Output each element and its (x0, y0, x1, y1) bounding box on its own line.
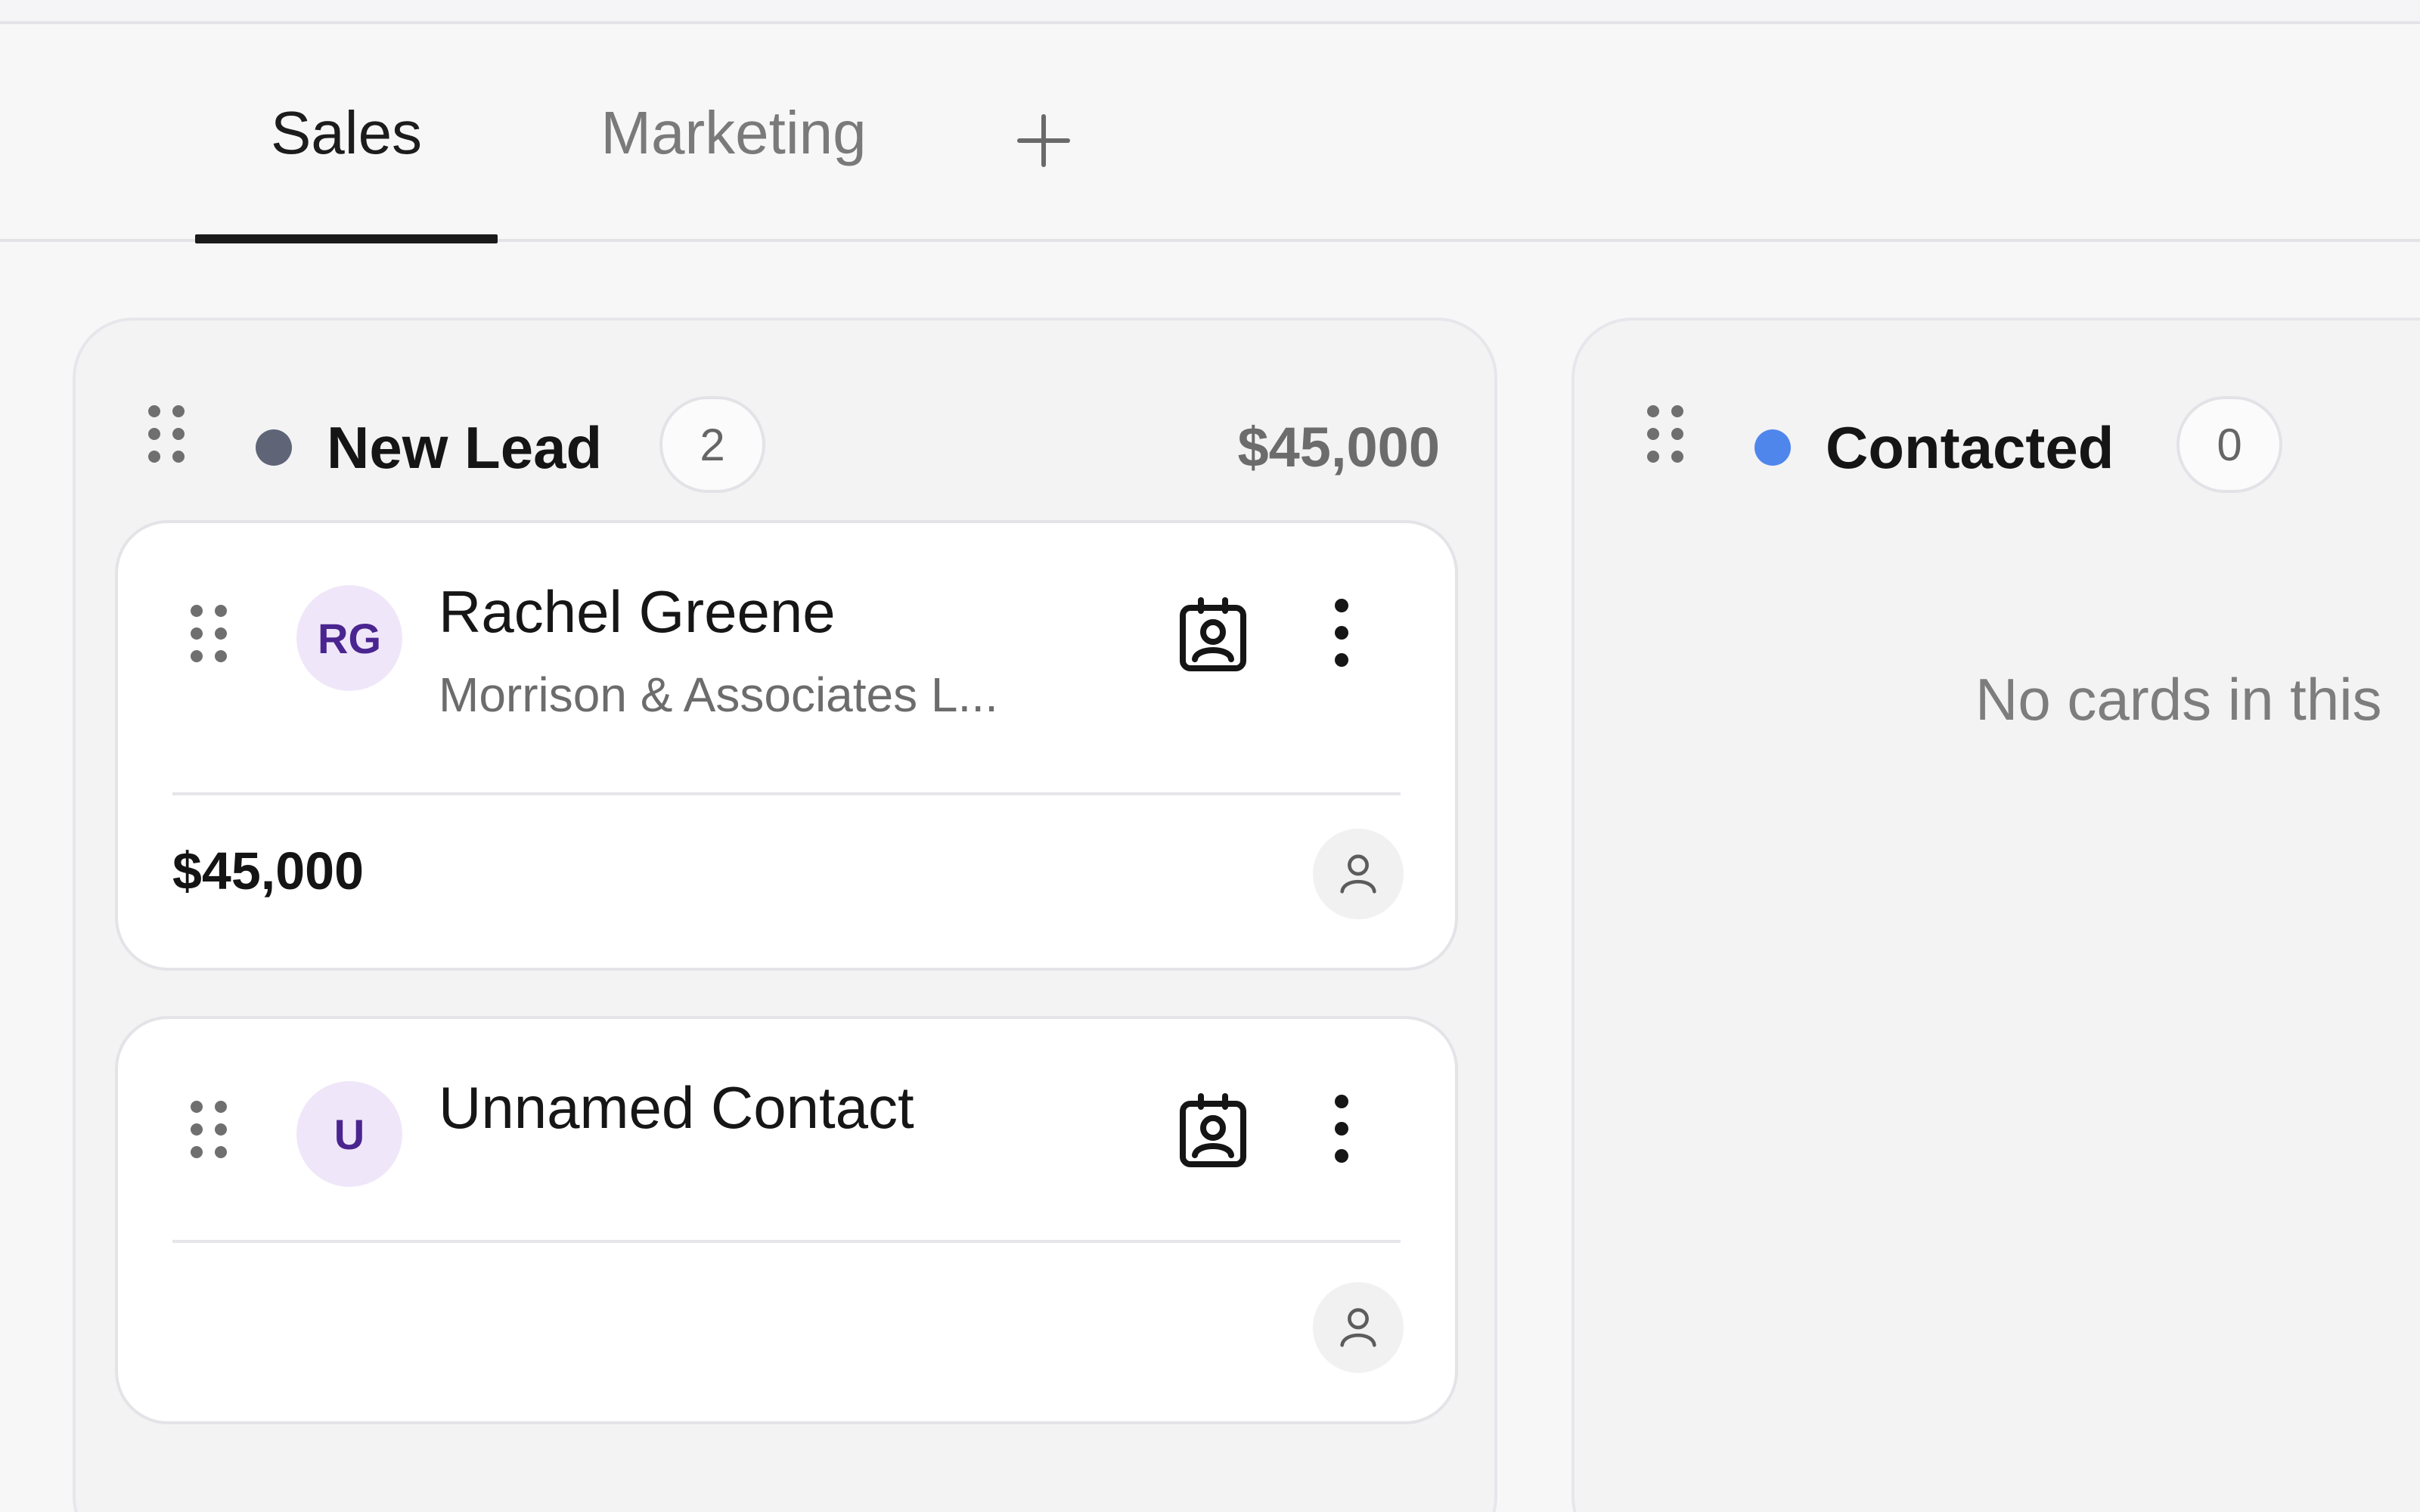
card-divider (172, 792, 1401, 795)
top-bar (0, 0, 2420, 24)
column-drag-handle-icon[interactable] (1647, 405, 1683, 463)
kanban-board: Sales Marketing New Lead 2 $45,000 RG Ra… (0, 0, 2420, 1512)
tab-marketing[interactable]: Marketing (560, 27, 908, 239)
column-title: New Lead (327, 414, 603, 481)
user-icon (1340, 854, 1376, 894)
column-header: Contacted 0 (1575, 321, 2420, 547)
card-drag-handle-icon[interactable] (191, 605, 227, 662)
column-header: New Lead 2 $45,000 (76, 321, 1494, 547)
column-drag-handle-icon[interactable] (148, 405, 185, 463)
column-new-lead: New Lead 2 $45,000 RG Rachel Greene Morr… (73, 318, 1497, 1512)
contact-card-icon[interactable] (1174, 596, 1252, 674)
deal-card[interactable]: RG Rachel Greene Morrison & Associates L… (115, 520, 1458, 971)
stage-color-dot (1754, 429, 1791, 466)
assign-owner-button[interactable] (1313, 829, 1404, 919)
tab-sales[interactable]: Sales (195, 27, 498, 243)
card-drag-handle-icon[interactable] (191, 1101, 227, 1158)
avatar: RG (296, 585, 402, 691)
column-count-badge: 0 (2176, 396, 2282, 493)
card-company-name: Morrison & Associates L... (439, 668, 998, 722)
card-divider (172, 1240, 1401, 1243)
contact-card-icon[interactable] (1174, 1092, 1252, 1170)
column-total-value: $45,000 (1237, 416, 1441, 479)
more-options-icon[interactable] (1319, 1087, 1364, 1170)
column-contacted: Contacted 0 No cards in this (1571, 318, 2420, 1512)
assign-owner-button[interactable] (1313, 1282, 1404, 1373)
empty-column-message: No cards in this (1975, 666, 2382, 733)
pipeline-tabs: Sales Marketing (0, 27, 2420, 243)
card-contact-name: Unnamed Contact (439, 1074, 914, 1141)
plus-icon (1017, 114, 1070, 167)
deal-card[interactable]: U Unnamed Contact (115, 1016, 1458, 1424)
column-count-badge: 2 (659, 396, 765, 493)
card-contact-name: Rachel Greene (439, 578, 836, 645)
user-icon (1340, 1308, 1376, 1347)
add-tab-button[interactable] (1006, 103, 1081, 178)
stage-color-dot (256, 429, 292, 466)
more-options-icon[interactable] (1319, 591, 1364, 674)
card-deal-value: $45,000 (172, 841, 365, 900)
avatar: U (296, 1081, 402, 1187)
column-title: Contacted (1826, 414, 2114, 481)
